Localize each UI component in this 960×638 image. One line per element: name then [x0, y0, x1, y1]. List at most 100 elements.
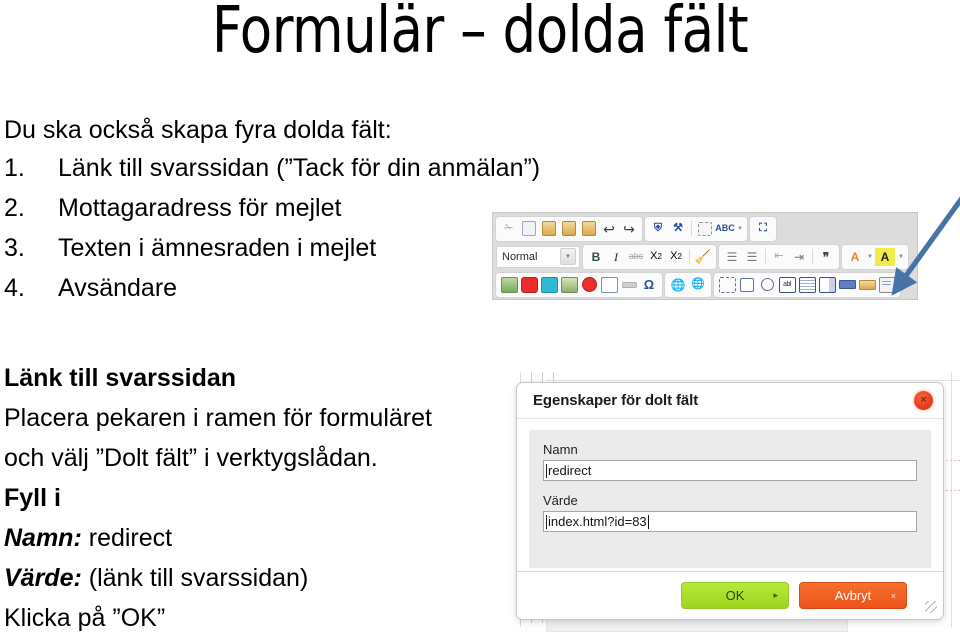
- background-dashed-marker: [942, 490, 960, 491]
- toolbar-divider: [765, 249, 766, 264]
- strikethrough-icon[interactable]: abc: [627, 248, 645, 266]
- list-item-label: Mottagaradress för mejlet: [58, 194, 342, 222]
- maximize-icon[interactable]: ⛶: [754, 220, 772, 238]
- unlink-icon[interactable]: 🌐: [689, 276, 707, 294]
- paste-text-icon[interactable]: [560, 220, 578, 238]
- image-button-icon[interactable]: [858, 276, 876, 294]
- radio-button-icon[interactable]: [758, 276, 776, 294]
- list-item: 2. Mottagaradress för mejlet: [4, 196, 524, 236]
- bulleted-list-icon[interactable]: ☰: [743, 248, 761, 266]
- table-icon[interactable]: [600, 276, 618, 294]
- paragraph-format-dropdown[interactable]: Normal ▼: [496, 245, 580, 268]
- fill-in-heading: Fyll i: [4, 484, 61, 512]
- name-field-label: Namn: [543, 442, 578, 457]
- dialog-body: Namn redirect Värde index.html?id=83: [529, 430, 931, 568]
- paste-from-word-icon[interactable]: [580, 220, 598, 238]
- editor-toolbar-screenshot: ✁ ↩ ↪ ⛨ ⚒ ABC ▼ ⛶ Normal ▼ B I abc X 2 X…: [492, 212, 918, 300]
- hidden-field-icon[interactable]: [878, 276, 896, 294]
- copy-icon[interactable]: [520, 220, 538, 238]
- blockquote-icon[interactable]: ❞: [817, 248, 835, 266]
- name-input[interactable]: redirect: [543, 460, 917, 481]
- value-input-value: index.html?id=83: [548, 514, 647, 529]
- numbered-list-icon[interactable]: ☰: [723, 248, 741, 266]
- superscript-icon[interactable]: X2: [667, 248, 685, 266]
- value-input[interactable]: index.html?id=83: [543, 511, 917, 532]
- special-character-icon[interactable]: Ω: [640, 276, 658, 294]
- outdent-icon[interactable]: ⇤: [770, 248, 788, 266]
- name-input-value: redirect: [548, 463, 592, 478]
- subscript-icon[interactable]: X2: [647, 248, 665, 266]
- image-icon[interactable]: [500, 276, 518, 294]
- background-vertical-line: [951, 372, 952, 627]
- toolbar-row-2: Normal ▼ B I abc X2 X2 🧹 ☰ ☰ ⇤ ⇥ ❞ A ▼ A…: [496, 243, 914, 270]
- replace-icon[interactable]: ⚒: [669, 220, 687, 238]
- name-instruction-value: redirect: [88, 524, 173, 552]
- link-icon[interactable]: 🌐: [669, 276, 687, 294]
- redo-icon[interactable]: ↪: [620, 220, 638, 238]
- text-color-icon[interactable]: A: [846, 248, 864, 266]
- basic-styles-group: B I abc X2 X2 🧹: [583, 244, 716, 269]
- italic-icon[interactable]: I: [607, 248, 625, 266]
- youtube-icon[interactable]: [520, 276, 538, 294]
- cut-icon[interactable]: ✁: [500, 220, 518, 238]
- ok-button-label: OK: [725, 588, 745, 603]
- play-arrow-icon: ▸: [773, 590, 778, 600]
- hidden-field-properties-dialog: Egenskaper för dolt fält × Namn redirect…: [516, 382, 944, 620]
- text-field-icon[interactable]: abl: [778, 276, 796, 294]
- list-item-marker: 3.: [4, 234, 25, 262]
- select-field-icon[interactable]: [818, 276, 836, 294]
- numbered-list: 1. Länk till svarssidan (”Tack för din a…: [4, 156, 540, 316]
- text-cursor: [647, 514, 649, 529]
- find-icon[interactable]: ⛨: [649, 220, 667, 238]
- dialog-footer: OK ▸ Avbryt ×: [517, 571, 943, 619]
- list-item-label: Länk till svarssidan (”Tack för din anmä…: [58, 154, 541, 182]
- spell-check-icon[interactable]: ABC: [715, 220, 735, 238]
- flash-icon[interactable]: [560, 276, 578, 294]
- intro-text: Du ska också skapa fyra dolda fält:: [4, 116, 392, 144]
- instructions-block: Länk till svarssidan Placera pekaren i r…: [4, 358, 504, 638]
- indent-icon[interactable]: ⇥: [790, 248, 808, 266]
- close-icon[interactable]: ×: [914, 391, 933, 410]
- instructions-line-1: Placera pekaren i ramen för formuläret: [4, 404, 432, 432]
- background-color-icon[interactable]: A: [874, 247, 895, 266]
- textarea-icon[interactable]: [798, 276, 816, 294]
- undo-icon[interactable]: ↩: [600, 220, 618, 238]
- background-rule-line: [546, 380, 960, 381]
- bold-icon[interactable]: B: [587, 248, 605, 266]
- dialog-titlebar[interactable]: Egenskaper för dolt fält ×: [517, 383, 943, 419]
- instructions-heading: Länk till svarssidan: [4, 364, 237, 392]
- chevron-down-icon[interactable]: ▼: [737, 226, 743, 232]
- list-item-label: Avsändare: [58, 274, 178, 302]
- button-icon[interactable]: [838, 276, 856, 294]
- ok-button[interactable]: OK ▸: [681, 582, 789, 609]
- find-group: ⛨ ⚒ ABC ▼: [645, 216, 747, 241]
- checkbox-icon[interactable]: [738, 276, 756, 294]
- form-icon[interactable]: [718, 276, 736, 294]
- remove-format-icon[interactable]: 🧹: [694, 248, 712, 266]
- value-instruction-label: Värde:: [4, 564, 82, 592]
- resize-grip[interactable]: [925, 601, 937, 613]
- vimeo-icon[interactable]: [540, 276, 558, 294]
- list-item-marker: 4.: [4, 274, 25, 302]
- name-instruction-label: Namn:: [4, 524, 82, 552]
- no-entry-icon[interactable]: [580, 276, 598, 294]
- cancel-button[interactable]: Avbryt ×: [799, 582, 907, 609]
- instructions-line-2: och välj ”Dolt fält” i verktygslådan.: [4, 444, 378, 472]
- name-instruction: Namn: redirect: [4, 518, 504, 558]
- chevron-down-icon[interactable]: ▼: [560, 248, 576, 265]
- toolbar-divider: [812, 249, 813, 264]
- background-dashed-marker: [942, 460, 960, 461]
- chevron-down-icon[interactable]: ▼: [867, 254, 873, 260]
- toolbar-divider: [691, 221, 692, 236]
- list-item-marker: 2.: [4, 194, 25, 222]
- text-cursor: [546, 464, 547, 478]
- text-cursor-left: [546, 515, 547, 529]
- maximize-group: ⛶: [749, 216, 776, 241]
- paste-icon[interactable]: [540, 220, 558, 238]
- close-x-icon: ×: [890, 590, 896, 601]
- toolbar-divider: [689, 249, 690, 264]
- horizontal-rule-icon[interactable]: [620, 276, 638, 294]
- value-instruction-value: (länk till svarssidan): [88, 564, 309, 592]
- select-all-icon[interactable]: [696, 220, 714, 238]
- chevron-down-icon[interactable]: ▼: [898, 254, 904, 260]
